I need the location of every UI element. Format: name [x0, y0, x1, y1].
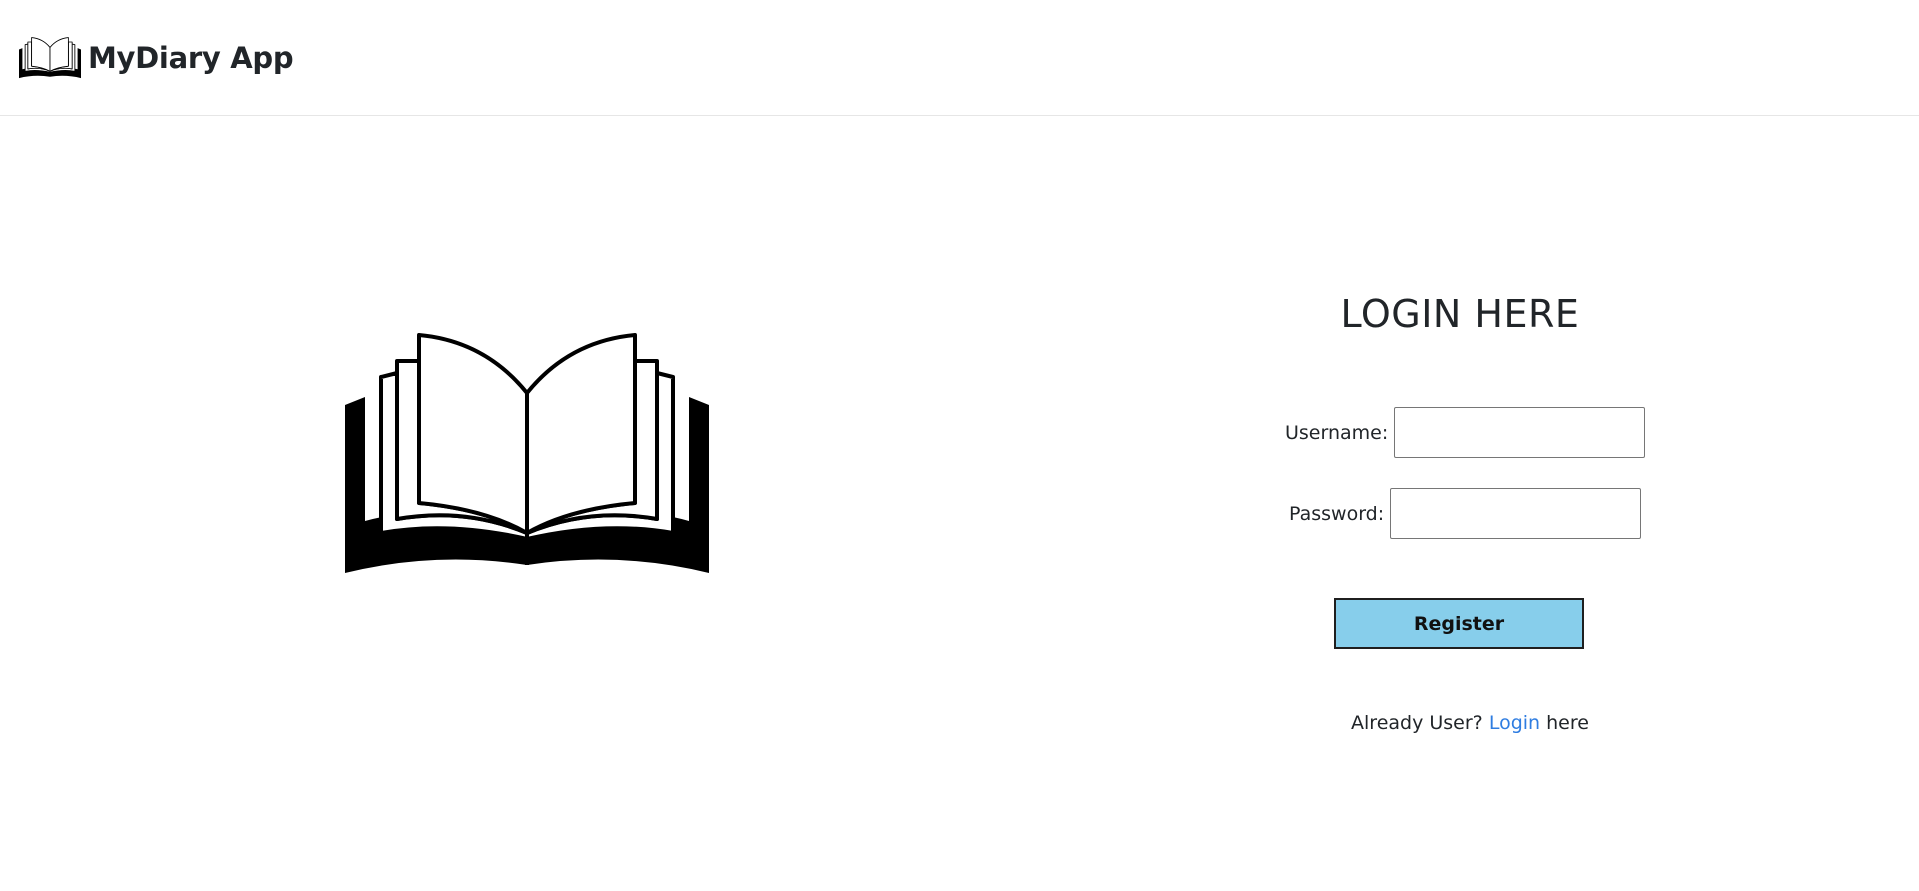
password-row: Password: [1289, 488, 1642, 539]
username-input[interactable] [1394, 407, 1646, 458]
login-link[interactable]: Login [1489, 712, 1540, 734]
brand-link[interactable]: MyDiary App [19, 36, 294, 80]
register-button[interactable]: Register [1334, 598, 1584, 649]
login-panel: LOGIN HERE Username: Password: Register … [1240, 280, 1680, 750]
login-hint-prefix: Already User? [1351, 712, 1483, 734]
username-row: Username: [1285, 407, 1646, 458]
navbar: MyDiary App [0, 0, 1919, 116]
login-hint-suffix: here [1546, 712, 1589, 734]
password-input[interactable] [1390, 488, 1642, 539]
login-title: LOGIN HERE [1340, 292, 1580, 336]
login-hint: Already User? Login here [1240, 712, 1700, 734]
open-book-icon [345, 333, 709, 573]
password-label: Password: [1289, 502, 1385, 525]
username-label: Username: [1285, 421, 1389, 444]
brand-title: MyDiary App [88, 40, 294, 75]
open-book-icon [19, 36, 81, 78]
